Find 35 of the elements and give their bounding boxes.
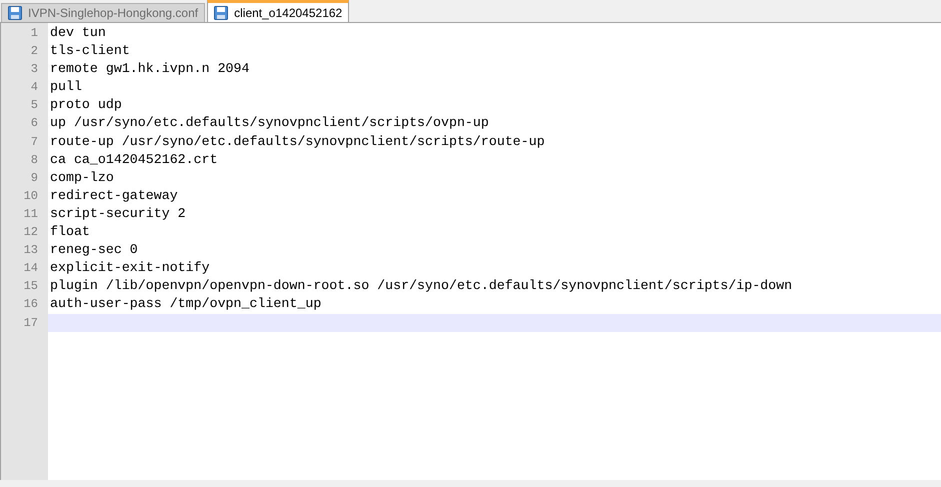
code-line: redirect-gateway [49,186,179,205]
code-line: script-security 2 [49,204,187,223]
line-number: 7 [30,134,38,149]
line-number: 10 [24,188,38,203]
line-number: 1 [30,26,38,40]
code-line: float [49,223,91,242]
line-number: 6 [30,116,38,130]
code-line: ca ca_o1420452162.crt [49,150,219,169]
line-number: 9 [30,170,38,185]
line-number: 16 [24,297,38,312]
line-number: 14 [24,261,38,276]
code-line: plugin /lib/openvpn/openvpn-down-root.so /usr/syno/etc.defaults/synovpnclient/scripts/ip-down [49,277,794,296]
code-line: remote gw1.hk.ivpn.n 2094 [49,60,250,78]
code-line: tls-client [49,42,131,60]
line-number: 13 [24,243,38,258]
line-number: 15 [24,279,38,294]
code-line: explicit-exit-notify [49,259,211,278]
line-number: 12 [24,225,38,240]
line-number: 3 [30,62,38,76]
code-line: up /usr/syno/etc.defaults/synovpnclient/scripts/ovpn-up [49,114,490,132]
code-line: proto udp [49,96,123,114]
line-number: 5 [30,98,38,112]
line-number: 4 [30,80,38,94]
file-tab[interactable]: client_o1420452162 [207,0,350,22]
code-line: pull [49,78,83,96]
file-tab[interactable]: IVPN-Singlehop-Hongkong.conf [1,3,206,22]
code-line: reneg-sec 0 [49,241,139,260]
code-line: auth-user-pass /tmp/ovpn_client_up [49,295,322,314]
code-line: dev tun [49,24,107,42]
line-number: 8 [30,152,38,167]
line-number: 11 [24,206,38,221]
line-number: 17 [24,316,38,330]
line-number: 2 [30,44,38,58]
code-line: comp-lzo [49,168,115,187]
code-line: route-up /usr/syno/etc.defaults/synovpnclient/scripts/route-up [49,132,546,151]
